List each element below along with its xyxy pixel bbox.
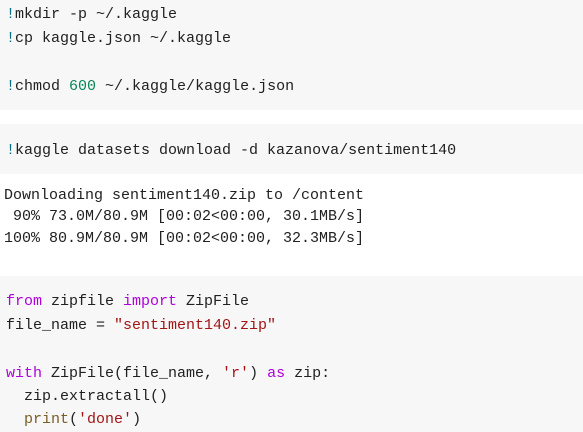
output-line: Downloading sentiment140.zip to /content bbox=[4, 187, 365, 204]
cell-output-download: Downloading sentiment140.zip to /content… bbox=[0, 174, 583, 276]
code-cell-unzip[interactable]: from zipfile import ZipFile file_name = … bbox=[0, 276, 583, 432]
notebook-page: !mkdir -p ~/.kaggle !cp kaggle.json ~/.k… bbox=[0, 0, 583, 432]
code-line-cp: !cp kaggle.json ~/.kaggle bbox=[6, 30, 231, 48]
paren-close: ) bbox=[132, 411, 142, 428]
shell-bang: ! bbox=[6, 6, 16, 23]
zipfile-call: ZipFile(file_name, bbox=[42, 365, 223, 382]
keyword-as: as bbox=[267, 365, 286, 382]
alias-name: zip: bbox=[285, 365, 331, 382]
output-line: 100% 80.9M/80.9M [00:02<00:00, 32.3MB/s] bbox=[4, 230, 365, 247]
code-cell-kaggle-download[interactable]: !kaggle datasets download -d kazanova/se… bbox=[0, 124, 583, 174]
shell-command-text: chmod bbox=[15, 78, 70, 95]
shell-command-text: kaggle datasets download -d kazanova/sen… bbox=[15, 142, 457, 159]
keyword-with: with bbox=[6, 365, 43, 382]
imported-name: ZipFile bbox=[177, 293, 250, 310]
variable-assignment: file_name = bbox=[6, 317, 115, 334]
string-literal: 'done' bbox=[78, 411, 133, 428]
shell-command-text: cp kaggle.json ~/.kaggle bbox=[15, 30, 232, 47]
shell-bang: ! bbox=[6, 30, 16, 47]
keyword-from: from bbox=[6, 293, 43, 310]
code-line-print: print('done') bbox=[6, 411, 141, 429]
call-close: ) bbox=[249, 365, 268, 382]
permission-number: 600 bbox=[69, 78, 97, 95]
module-name: zipfile bbox=[42, 293, 124, 310]
code-line-chmod: !chmod 600 ~/.kaggle/kaggle.json bbox=[6, 78, 294, 96]
keyword-import: import bbox=[123, 293, 178, 310]
code-line-import: from zipfile import ZipFile bbox=[6, 293, 249, 311]
code-line-extractall: zip.extractall() bbox=[6, 388, 168, 406]
shell-bang: ! bbox=[6, 78, 16, 95]
code-line-mkdir: !mkdir -p ~/.kaggle bbox=[6, 6, 177, 24]
shell-command-text: mkdir -p ~/.kaggle bbox=[15, 6, 178, 23]
code-line-with: with ZipFile(file_name, 'r') as zip: bbox=[6, 365, 330, 383]
string-literal: "sentiment140.zip" bbox=[114, 317, 277, 334]
paren-open: ( bbox=[69, 411, 79, 428]
shell-bang: ! bbox=[6, 142, 16, 159]
code-cell-kaggle-setup[interactable]: !mkdir -p ~/.kaggle !cp kaggle.json ~/.k… bbox=[0, 0, 583, 110]
string-literal: 'r' bbox=[222, 365, 250, 382]
output-line: 90% 73.0M/80.9M [00:02<00:00, 30.1MB/s] bbox=[4, 208, 365, 225]
code-line-kaggle-download: !kaggle datasets download -d kazanova/se… bbox=[6, 142, 456, 160]
code-line-file-name: file_name = "sentiment140.zip" bbox=[6, 317, 276, 335]
builtin-print: print bbox=[24, 411, 70, 428]
extractall-call: zip.extractall() bbox=[6, 388, 169, 405]
shell-command-path: ~/.kaggle/kaggle.json bbox=[96, 78, 295, 95]
